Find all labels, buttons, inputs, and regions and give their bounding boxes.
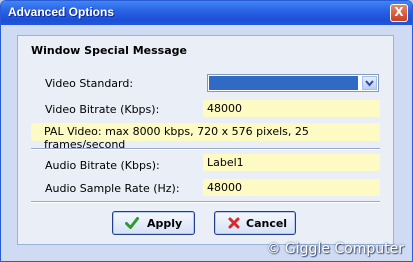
apply-button[interactable]: Apply bbox=[112, 211, 195, 235]
advanced-options-window: Advanced Options X Window Special Messag… bbox=[0, 0, 413, 262]
chevron-down-icon bbox=[365, 80, 374, 87]
audio-bitrate-label: Audio Bitrate (Kbps): bbox=[45, 159, 160, 172]
video-bitrate-label: Video Bitrate (Kbps): bbox=[45, 103, 160, 116]
x-icon bbox=[228, 217, 240, 229]
dropdown-button[interactable] bbox=[362, 76, 377, 90]
video-bitrate-field[interactable]: 48000 bbox=[203, 100, 380, 117]
title-bar[interactable]: Advanced Options X bbox=[1, 1, 412, 25]
watermark: © Giggle Computer bbox=[266, 241, 404, 257]
window-title: Advanced Options bbox=[8, 5, 115, 19]
options-panel: Window Special Message Video Standard: V… bbox=[17, 35, 394, 245]
video-standard-dropdown[interactable] bbox=[207, 74, 379, 92]
pal-video-note: PAL Video: max 8000 kbps, 720 x 576 pixe… bbox=[31, 123, 380, 151]
video-standard-selected-value bbox=[209, 76, 358, 90]
audio-sample-rate-field[interactable]: 48000 bbox=[203, 179, 380, 196]
apply-label: Apply bbox=[147, 217, 183, 230]
cancel-button[interactable]: Cancel bbox=[214, 211, 296, 235]
close-button[interactable]: X bbox=[390, 4, 408, 22]
audio-sample-rate-label: Audio Sample Rate (Hz): bbox=[45, 182, 180, 195]
cancel-label: Cancel bbox=[246, 217, 288, 230]
checkmark-icon bbox=[125, 217, 139, 229]
separator-bottom bbox=[31, 201, 380, 203]
separator-top bbox=[31, 148, 380, 150]
video-standard-label: Video Standard: bbox=[45, 77, 134, 90]
panel-heading: Window Special Message bbox=[31, 44, 187, 57]
audio-bitrate-field[interactable]: Label1 bbox=[203, 154, 380, 171]
